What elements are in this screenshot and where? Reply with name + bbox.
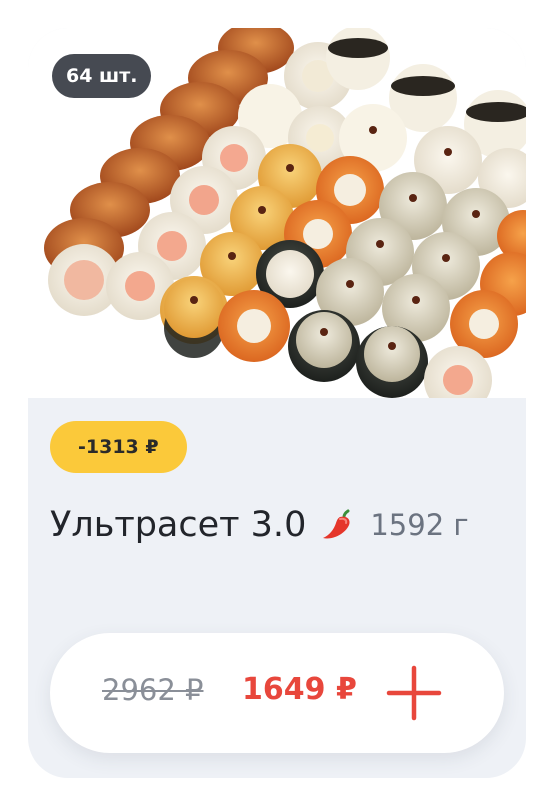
plus-icon [386,665,442,721]
old-price: 2962 ₽ [102,673,204,707]
product-card[interactable]: 64 шт. -1313 ₽ Ультрасет 3.0 1592 г 2962… [28,28,526,778]
add-to-cart-button[interactable] [384,663,444,723]
product-weight: 1592 г [370,508,469,542]
product-title: Ультрасет 3.0 [50,505,307,545]
discount-badge: -1313 ₽ [50,421,187,473]
chili-pepper-icon [318,505,358,545]
product-photo[interactable]: 64 шт. [28,28,526,398]
piece-count-badge: 64 шт. [52,54,152,98]
title-row: Ультрасет 3.0 1592 г [50,500,469,550]
price-bar: 2962 ₽ 1649 ₽ [50,633,504,753]
new-price: 1649 ₽ [242,672,357,707]
